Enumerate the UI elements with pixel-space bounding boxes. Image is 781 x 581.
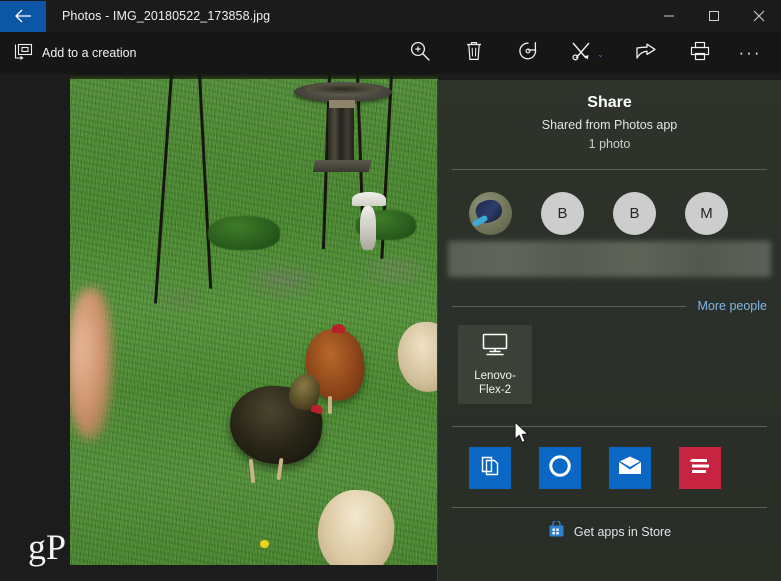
contact-avatar-b2[interactable]: B	[613, 192, 656, 235]
chicken-brown-comb	[332, 324, 345, 333]
photo-top-edge	[70, 74, 438, 79]
back-button[interactable]	[0, 0, 46, 32]
more-people-divider	[452, 305, 686, 307]
watermark: gP	[28, 527, 67, 567]
photo-grass-layer	[70, 74, 438, 565]
lines-icon	[688, 456, 712, 481]
devices-row: Lenovo-Flex-2	[438, 313, 781, 404]
back-arrow-icon	[14, 9, 32, 23]
contact-avatar-m[interactable]: M	[685, 192, 728, 235]
photos-app-window: Photos - IMG_20180522_173858.jpg Add to …	[0, 0, 781, 581]
store-bag-icon	[548, 519, 565, 543]
share-button[interactable]	[619, 32, 673, 74]
window-title: Photos - IMG_20180522_173858.jpg	[62, 9, 271, 23]
chevron-down-icon: ⌄	[596, 49, 605, 59]
share-photo-count: 1 photo	[588, 137, 631, 151]
share-icon	[635, 41, 657, 66]
more-people-row: More people	[452, 299, 767, 313]
more-options-button[interactable]: ···	[727, 32, 773, 74]
edit-create-button[interactable]: ⌄	[555, 32, 619, 74]
statue-figure	[360, 206, 376, 250]
finger-blur-overlay	[70, 288, 112, 440]
add-to-creation-icon	[14, 43, 33, 63]
contacts-row: B B M	[438, 170, 781, 235]
add-to-creation-label: Add to a creation	[42, 46, 137, 60]
minimize-button[interactable]	[646, 0, 691, 32]
contact-avatar-photo[interactable]	[469, 192, 512, 235]
photo-image[interactable]	[70, 74, 438, 565]
app-notes[interactable]	[679, 447, 721, 489]
contact-avatar-b1[interactable]: B	[541, 192, 584, 235]
toolbar: Add to a creation ⌄ ···	[0, 32, 781, 74]
delete-icon	[464, 40, 484, 67]
share-header: Share Shared from Photos app 1 photo	[438, 80, 781, 151]
more-people-link[interactable]: More people	[698, 299, 768, 313]
birdbath-column	[328, 108, 354, 164]
app-mail[interactable]	[609, 447, 651, 489]
dandelion-flower	[260, 540, 269, 548]
contact-names-blurred	[448, 241, 771, 277]
monitor-icon	[479, 332, 511, 364]
toolbar-actions: ⌄ ···	[393, 32, 773, 74]
copy-icon	[478, 454, 502, 483]
statue-umbrella	[352, 192, 386, 206]
shrub-left	[208, 216, 280, 250]
close-button[interactable]	[736, 0, 781, 32]
share-title: Share	[587, 94, 632, 111]
mail-envelope-icon	[617, 455, 643, 482]
rotate-button[interactable]	[501, 32, 555, 74]
edit-create-icon	[570, 40, 592, 67]
birdbath-base	[312, 160, 372, 172]
rotate-icon	[517, 40, 539, 67]
apps-row	[438, 427, 781, 489]
zoom-button[interactable]	[393, 32, 447, 74]
share-subtitle: Shared from Photos app	[541, 118, 678, 132]
share-flyout: Share Shared from Photos app 1 photo B B…	[437, 80, 781, 581]
device-label: Lenovo-Flex-2	[474, 369, 516, 396]
cortana-ring-icon	[547, 453, 573, 484]
add-to-creation-button[interactable]: Add to a creation	[14, 43, 137, 63]
print-button[interactable]	[673, 32, 727, 74]
app-cortana[interactable]	[539, 447, 581, 489]
delete-button[interactable]	[447, 32, 501, 74]
get-apps-in-store-link[interactable]: Get apps in Store	[438, 508, 781, 543]
title-bar: Photos - IMG_20180522_173858.jpg	[0, 0, 781, 32]
store-label: Get apps in Store	[573, 525, 672, 539]
maximize-button[interactable]	[691, 0, 736, 32]
window-controls	[646, 0, 781, 32]
chicken-brown-leg	[328, 396, 332, 414]
birdbath-bowl-inner	[306, 84, 380, 94]
print-icon	[689, 41, 711, 66]
app-copy[interactable]	[469, 447, 511, 489]
zoom-icon	[409, 40, 431, 67]
device-lenovo-flex-2[interactable]: Lenovo-Flex-2	[458, 325, 532, 404]
